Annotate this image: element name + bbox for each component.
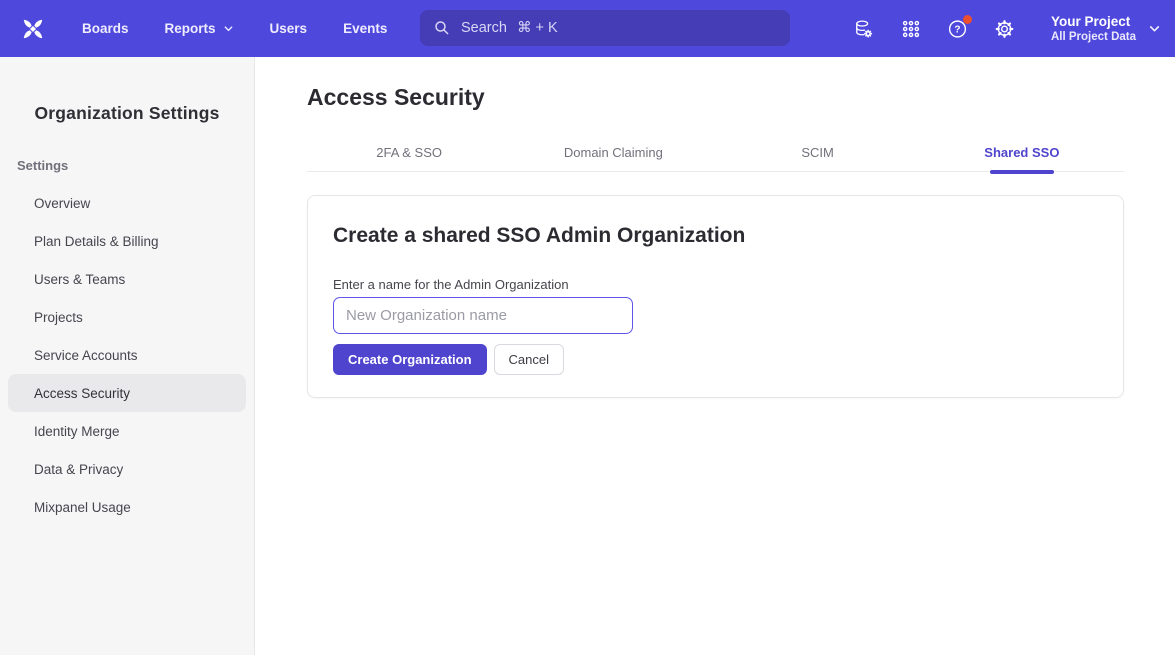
project-name: Your Project xyxy=(1051,13,1136,30)
org-name-label: Enter a name for the Admin Organization xyxy=(333,277,1098,292)
settings-gear-icon[interactable] xyxy=(994,18,1015,39)
search-shortcut: ⌘ + K xyxy=(517,20,558,36)
create-organization-button[interactable]: Create Organization xyxy=(333,344,487,375)
search-placeholder: Search xyxy=(461,20,507,36)
chevron-down-icon xyxy=(223,23,234,34)
sidebar-section-label: Settings xyxy=(17,158,254,173)
sidebar-item-data-privacy[interactable]: Data & Privacy xyxy=(8,450,246,488)
sidebar-item-service-accounts[interactable]: Service Accounts xyxy=(8,336,246,374)
tab-domain-claiming[interactable]: Domain Claiming xyxy=(511,129,715,171)
chevron-down-icon xyxy=(1148,22,1161,35)
shared-sso-card: Create a shared SSO Admin Organization E… xyxy=(307,195,1124,398)
tab-2fa-sso[interactable]: 2FA & SSO xyxy=(307,129,511,171)
sidebar-item-overview[interactable]: Overview xyxy=(8,184,246,222)
org-name-input[interactable] xyxy=(333,297,633,334)
notification-badge xyxy=(963,15,972,24)
access-security-tabs: 2FA & SSO Domain Claiming SCIM Shared SS… xyxy=(307,129,1124,172)
top-navbar: Boards Reports Users Events Search ⌘ + K xyxy=(0,0,1175,57)
sidebar-item-access-security[interactable]: Access Security xyxy=(8,374,246,412)
sidebar-item-projects[interactable]: Projects xyxy=(8,298,246,336)
sidebar-item-users-teams[interactable]: Users & Teams xyxy=(8,260,246,298)
sidebar-item-plan-details-billing[interactable]: Plan Details & Billing xyxy=(8,222,246,260)
primary-nav: Boards Reports Users Events xyxy=(82,21,387,36)
project-data-scope: All Project Data xyxy=(1051,30,1136,45)
cancel-button[interactable]: Cancel xyxy=(494,344,564,375)
sidebar-nav: Overview Plan Details & Billing Users & … xyxy=(0,184,254,526)
sidebar-item-mixpanel-usage[interactable]: Mixpanel Usage xyxy=(8,488,246,526)
nav-reports[interactable]: Reports xyxy=(165,21,234,36)
page-title: Access Security xyxy=(307,83,1124,111)
navbar-actions: ? Your Project All Project Data xyxy=(853,0,1161,57)
sidebar-item-identity-merge[interactable]: Identity Merge xyxy=(8,412,246,450)
search-input[interactable]: Search ⌘ + K xyxy=(420,10,790,46)
apps-grid-icon[interactable] xyxy=(900,18,921,39)
nav-events[interactable]: Events xyxy=(343,21,387,36)
tab-shared-sso[interactable]: Shared SSO xyxy=(920,129,1124,171)
card-actions: Create Organization Cancel xyxy=(333,344,1098,375)
svg-text:?: ? xyxy=(954,24,960,35)
nav-users[interactable]: Users xyxy=(270,21,308,36)
card-heading: Create a shared SSO Admin Organization xyxy=(333,222,1098,250)
nav-boards[interactable]: Boards xyxy=(82,21,129,36)
project-switcher[interactable]: Your Project All Project Data xyxy=(1051,13,1161,45)
mixpanel-logo[interactable] xyxy=(20,16,46,42)
search-icon xyxy=(433,19,451,37)
data-management-icon[interactable] xyxy=(853,18,874,39)
settings-sidebar: Organization Settings Settings Overview … xyxy=(0,57,255,655)
main-content: Access Security 2FA & SSO Domain Claimin… xyxy=(255,57,1175,655)
tab-scim[interactable]: SCIM xyxy=(716,129,920,171)
help-icon[interactable]: ? xyxy=(947,18,968,39)
sidebar-title: Organization Settings xyxy=(0,103,254,124)
